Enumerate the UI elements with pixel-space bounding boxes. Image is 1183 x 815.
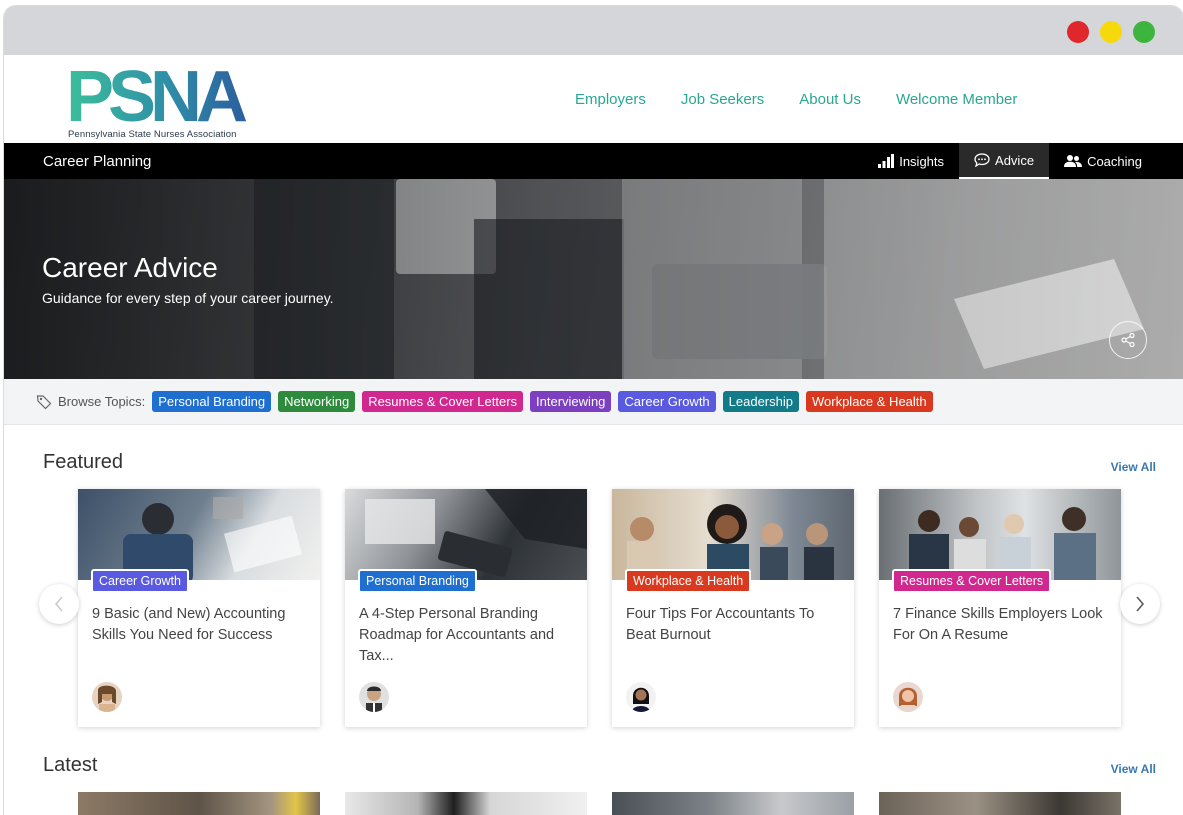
tag-icon — [36, 394, 52, 409]
article-image — [345, 489, 587, 580]
article-photo — [627, 504, 834, 580]
tab-advice[interactable]: Advice — [959, 143, 1050, 179]
browser-window: PSNA Pennsylvania State Nurses Associati… — [4, 6, 1183, 815]
maximize-window-button[interactable] — [1133, 21, 1155, 43]
nav-about-us[interactable]: About Us — [799, 91, 861, 108]
author-photo — [98, 685, 116, 712]
article-title[interactable]: 7 Finance Skills Employers Look For On A… — [893, 604, 1107, 646]
article-category-badge[interactable]: Resumes & Cover Letters — [892, 569, 1052, 593]
article-photo — [365, 489, 587, 577]
nav-employers[interactable]: Employers — [575, 91, 646, 108]
article-photo — [123, 497, 302, 580]
article-photo — [909, 507, 1096, 580]
minimize-window-button[interactable] — [1100, 21, 1122, 43]
tab-advice-label: Advice — [995, 152, 1035, 168]
latest-cards — [78, 792, 1121, 815]
latest-article-image[interactable] — [345, 792, 587, 815]
latest-article-image[interactable] — [879, 792, 1121, 815]
window-titlebar — [4, 6, 1183, 55]
article-title[interactable]: 9 Basic (and New) Accounting Skills You … — [92, 604, 306, 646]
author-photo — [899, 687, 917, 712]
topic-workplace-health[interactable]: Workplace & Health — [805, 391, 933, 412]
article-title[interactable]: Four Tips For Accountants To Beat Burnou… — [626, 604, 840, 646]
article-image — [612, 489, 854, 580]
topic-career-growth[interactable]: Career Growth — [618, 391, 716, 412]
article-card[interactable]: Personal Branding A 4-Step Personal Bran… — [345, 489, 587, 727]
nav-welcome-member[interactable]: Welcome Member — [896, 91, 1017, 108]
career-subnav: Career Planning Insights Advice Coaching — [4, 143, 1183, 179]
topic-interviewing[interactable]: Interviewing — [530, 391, 612, 412]
subnav-title[interactable]: Career Planning — [43, 153, 151, 170]
top-nav: Employers Job Seekers About Us Welcome M… — [575, 91, 1017, 108]
bar-chart-icon — [878, 154, 895, 168]
author-avatar[interactable] — [92, 682, 122, 712]
featured-section: Featured View All Career Growth 9 Basic … — [4, 424, 1183, 764]
article-title[interactable]: A 4-Step Personal Branding Roadmap for A… — [359, 604, 573, 667]
author-avatar[interactable] — [893, 682, 923, 712]
logo-tagline: Pennsylvania State Nurses Association — [68, 129, 237, 140]
hero-banner: Career Advice Guidance for every step of… — [4, 179, 1183, 379]
featured-view-all-link[interactable]: View All — [1111, 460, 1156, 474]
article-category-badge[interactable]: Personal Branding — [358, 569, 477, 593]
browse-topics-label: Browse Topics: — [36, 394, 145, 410]
hero-subtitle: Guidance for every step of your career j… — [42, 290, 334, 306]
topic-networking[interactable]: Networking — [278, 391, 356, 412]
svg-text:PSNA: PSNA — [66, 65, 247, 137]
latest-view-all-link[interactable]: View All — [1111, 762, 1156, 776]
nav-job-seekers[interactable]: Job Seekers — [681, 91, 764, 108]
chevron-left-icon — [55, 596, 63, 612]
topic-personal-branding[interactable]: Personal Branding — [152, 391, 272, 412]
chat-bubble-icon — [974, 153, 990, 167]
topic-leadership[interactable]: Leadership — [722, 391, 799, 412]
browse-topics-bar: Browse Topics: Personal Branding Network… — [4, 379, 1183, 425]
subnav-tabs: Insights Advice Coaching — [863, 143, 1157, 179]
browse-topics-text: Browse Topics: — [58, 394, 146, 409]
chevron-right-icon — [1136, 596, 1144, 612]
article-card[interactable]: Workplace & Health Four Tips For Account… — [612, 489, 854, 727]
latest-article-image[interactable] — [612, 792, 854, 815]
people-icon — [1064, 155, 1083, 167]
site-header: PSNA Pennsylvania State Nurses Associati… — [4, 55, 1183, 143]
article-image — [879, 489, 1121, 580]
article-category-badge[interactable]: Workplace & Health — [625, 569, 752, 593]
featured-title: Featured — [43, 451, 124, 473]
tab-coaching-label: Coaching — [1087, 153, 1142, 169]
window-controls — [1067, 21, 1155, 43]
author-avatar[interactable] — [359, 682, 389, 712]
hero-title: Career Advice — [42, 252, 218, 283]
article-image — [78, 489, 320, 580]
tab-insights-label: Insights — [899, 153, 945, 169]
author-photo — [366, 686, 382, 712]
author-avatar[interactable] — [626, 682, 656, 712]
close-window-button[interactable] — [1067, 21, 1089, 43]
carousel-prev-button[interactable] — [39, 584, 79, 624]
tab-insights[interactable]: Insights — [863, 143, 959, 179]
topic-resumes-cover-letters[interactable]: Resumes & Cover Letters — [362, 391, 524, 412]
tab-coaching[interactable]: Coaching — [1049, 143, 1157, 179]
article-card[interactable]: Career Growth 9 Basic (and New) Accounti… — [78, 489, 320, 727]
latest-title: Latest — [43, 754, 98, 776]
share-icon — [1121, 332, 1135, 348]
article-category-badge[interactable]: Career Growth — [91, 569, 189, 593]
article-card[interactable]: Resumes & Cover Letters 7 Finance Skills… — [879, 489, 1121, 727]
featured-cards: Career Growth 9 Basic (and New) Accounti… — [78, 489, 1121, 727]
share-button[interactable] — [1109, 321, 1147, 359]
author-photo — [632, 687, 650, 712]
carousel-next-button[interactable] — [1120, 584, 1160, 624]
latest-article-image[interactable] — [78, 792, 320, 815]
